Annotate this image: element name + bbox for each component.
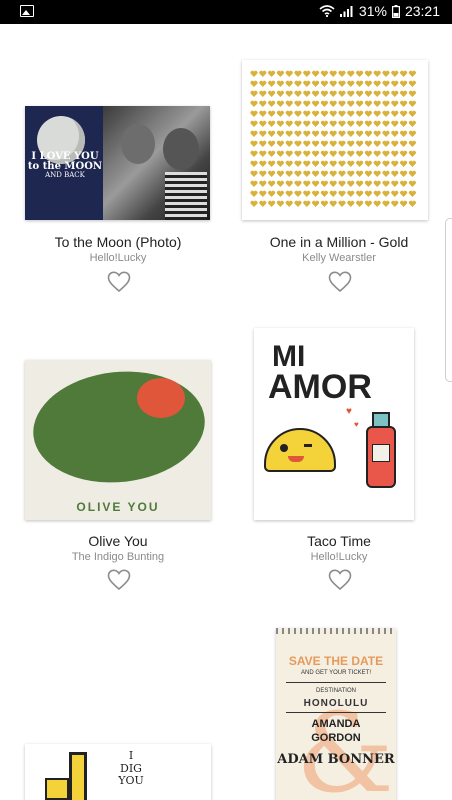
card-thumbnail[interactable]: & SAVE THE DATE AND GET YOUR TICKET! DES… [276, 628, 396, 800]
gallery-notification-icon [20, 5, 34, 17]
card-author[interactable]: The Indigo Bunting [5, 551, 231, 563]
battery-percent: 31% [358, 3, 387, 19]
card-thumbnail[interactable]: OLIVE YOU [25, 360, 211, 520]
card-title[interactable]: To the Moon (Photo) [5, 234, 231, 250]
card-art-text: AMANDA [311, 718, 361, 730]
card-art-text: I [128, 749, 134, 762]
card-olive-you[interactable]: OLIVE YOU Olive You The Indigo Bunting [5, 358, 231, 598]
card-art-text: GORDON [311, 732, 361, 744]
card-art-text: YOU [118, 774, 144, 788]
card-one-in-a-million[interactable]: One in a Million - Gold Kelly Wearstler [226, 58, 452, 300]
card-title[interactable]: Olive You [5, 533, 231, 549]
battery-icon [391, 4, 400, 18]
heart-icon[interactable] [107, 569, 131, 591]
card-title[interactable]: Taco Time [226, 533, 452, 549]
card-save-the-date[interactable]: & SAVE THE DATE AND GET YOUR TICKET! DES… [226, 626, 452, 800]
card-art-text: OLIVE YOU [76, 500, 160, 514]
wifi-icon [319, 5, 335, 17]
card-art-text: AMOR [268, 368, 372, 406]
card-thumbnail[interactable]: I DIG YOU [25, 744, 211, 800]
card-art-text: AND BACK [45, 171, 85, 179]
card-thumbnail[interactable]: MI AMOR ♥ ♥ [254, 328, 414, 520]
heart-icon[interactable] [328, 271, 352, 293]
status-bar: 31% 23:21 [0, 0, 452, 24]
card-thumbnail[interactable] [242, 60, 428, 220]
card-art-text: DESTINATION [316, 688, 356, 694]
clock: 23:21 [404, 3, 440, 19]
card-thumbnail[interactable]: I LOVE YOU to the MOON AND BACK [25, 106, 210, 220]
card-author[interactable]: Hello!Lucky [226, 551, 452, 563]
heart-icon[interactable] [328, 569, 352, 591]
card-art-text: ADAM BONNER [277, 752, 395, 767]
card-i-dig-you[interactable]: I DIG YOU [5, 742, 231, 800]
card-author[interactable]: Hello!Lucky [5, 252, 231, 264]
signal-icon [339, 6, 353, 17]
card-title[interactable]: One in a Million - Gold [226, 234, 452, 250]
card-to-the-moon[interactable]: I LOVE YOU to the MOON AND BACK To the M… [5, 100, 231, 300]
heart-icon[interactable] [107, 271, 131, 293]
card-art-text: AND GET YOUR TICKET! [300, 670, 371, 676]
card-art-text: HONOLULU [303, 698, 369, 709]
card-author[interactable]: Kelly Wearstler [226, 252, 452, 264]
card-art-text: SAVE THE DATE [288, 654, 384, 668]
card-taco-time[interactable]: MI AMOR ♥ ♥ Taco Time Hello!Lucky [226, 326, 452, 598]
